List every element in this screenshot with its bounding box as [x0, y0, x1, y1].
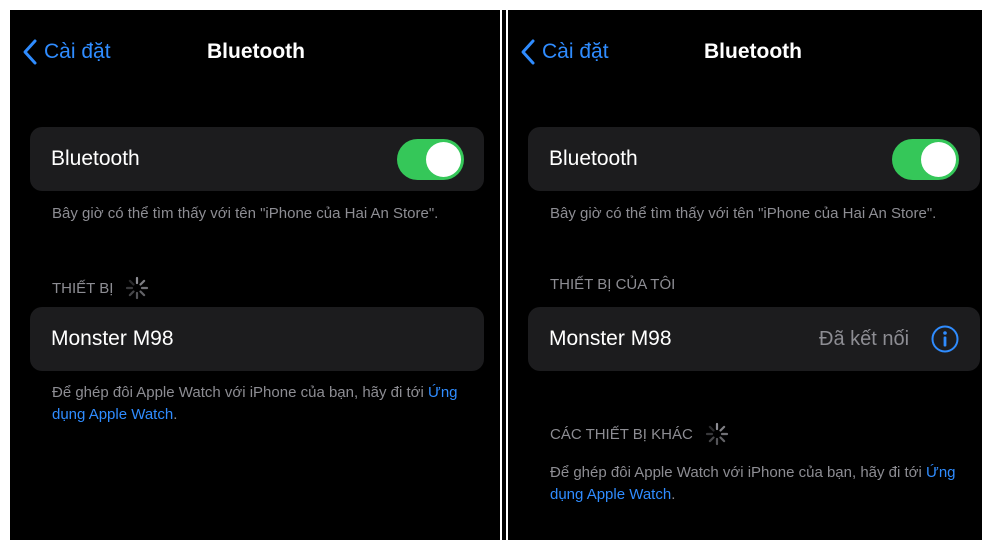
chevron-left-icon: [521, 39, 535, 65]
back-label: Cài đặt: [542, 40, 609, 63]
bluetooth-toggle[interactable]: [892, 139, 959, 180]
other-devices-label: CÁC THIẾT BỊ KHÁC: [550, 425, 693, 443]
watch-footnote: Để ghép đôi Apple Watch với iPhone của b…: [52, 382, 472, 426]
info-icon[interactable]: [930, 324, 960, 354]
bluetooth-label: Bluetooth: [549, 147, 638, 170]
device-row-monster[interactable]: Monster M98: [30, 307, 484, 371]
other-devices-header: CÁC THIẾT BỊ KHÁC: [550, 422, 729, 446]
chevron-left-icon: [23, 39, 37, 65]
back-button[interactable]: Cài đặt: [520, 38, 609, 66]
spinner-icon: [705, 422, 728, 446]
panel-divider: [502, 10, 506, 540]
back-label: Cài đặt: [44, 40, 111, 63]
discoverable-text: Bây giờ có thể tìm thấy với tên "iPhone …: [550, 205, 937, 222]
watch-text: Để ghép đôi Apple Watch với iPhone của b…: [52, 384, 429, 401]
device-status: Đã kết nối: [819, 328, 910, 350]
back-button[interactable]: Cài đặt: [22, 38, 111, 66]
bluetooth-screen-left: Cài đặt Bluetooth Bluetooth Bây giờ có t…: [10, 10, 500, 540]
device-name: Monster M98: [549, 327, 672, 350]
my-devices-header: THIẾT BỊ CỦA TÔI: [550, 276, 676, 293]
bluetooth-label: Bluetooth: [51, 147, 140, 170]
devices-header-label: THIẾT BỊ: [52, 279, 114, 297]
bluetooth-screen-right: Cài đặt Bluetooth Bluetooth Bây giờ có t…: [508, 10, 982, 540]
toggle-knob: [426, 142, 461, 177]
discoverable-text: Bây giờ có thể tìm thấy với tên "iPhone …: [52, 205, 439, 222]
watch-tail: .: [173, 406, 178, 423]
page-title: Bluetooth: [207, 40, 305, 63]
toggle-knob: [921, 142, 956, 177]
page-title: Bluetooth: [704, 40, 802, 63]
watch-footnote: Để ghép đôi Apple Watch với iPhone của b…: [550, 462, 970, 506]
spinner-icon: [126, 276, 149, 300]
watch-tail: .: [671, 486, 676, 503]
bluetooth-row: Bluetooth: [30, 127, 484, 191]
watch-text: Để ghép đôi Apple Watch với iPhone của b…: [550, 464, 927, 481]
device-row-monster[interactable]: Monster M98 Đã kết nối: [528, 307, 980, 371]
bluetooth-row: Bluetooth: [528, 127, 980, 191]
devices-header: THIẾT BỊ: [52, 276, 149, 300]
bluetooth-toggle[interactable]: [397, 139, 464, 180]
device-name: Monster M98: [51, 327, 174, 350]
